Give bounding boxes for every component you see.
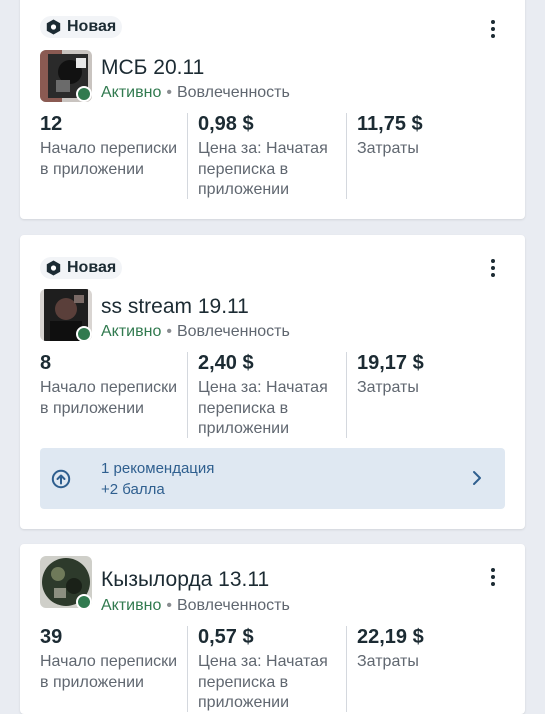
campaign-name[interactable]: Кызылорда 13.11: [101, 568, 269, 592]
campaign-status: Активно • Вовлеченность: [101, 323, 290, 341]
chevron-right-icon: [473, 471, 481, 485]
metric-spend: 11,75 $ Затраты: [357, 113, 497, 201]
status-separator: •: [166, 597, 172, 614]
status-separator: •: [166, 84, 172, 101]
campaign-card[interactable]: Кызылорда 13.11 Активно • Вовлеченность 39…: [20, 544, 525, 714]
status-separator: •: [166, 323, 172, 340]
new-badge: Новая: [40, 16, 123, 38]
metric-value: 0,57 $: [198, 626, 254, 648]
metric-results: 8 Начало переписки в приложении: [40, 352, 188, 440]
more-options-icon[interactable]: [483, 18, 503, 40]
campaign-name[interactable]: МСБ 20.11: [101, 56, 204, 80]
badge-label: Новая: [67, 259, 117, 276]
status-active: Активно: [101, 84, 162, 101]
more-options-icon[interactable]: [483, 257, 503, 279]
status-dot: [76, 326, 92, 342]
divider: [346, 352, 347, 438]
divider: [187, 626, 188, 712]
metric-label: Цена за: Начатая переписка в приложении: [198, 653, 328, 711]
campaign-name[interactable]: ss stream 19.11: [101, 295, 249, 319]
metric-results: 39 Начало переписки в приложении: [40, 626, 188, 714]
metric-results: 12 Начало переписки в приложении: [40, 113, 188, 201]
metric-spend: 22,19 $ Затраты: [357, 626, 497, 714]
divider: [187, 352, 188, 438]
metrics-row: 8 Начало переписки в приложении 2,40 $ Ц…: [20, 352, 525, 440]
recommendation-banner[interactable]: 1 рекомендация +2 балла: [40, 448, 505, 509]
metrics-row: 12 Начало переписки в приложении 0,98 $ …: [20, 113, 525, 201]
campaign-objective: Вовлеченность: [176, 84, 290, 101]
metric-label: Начало переписки в приложении: [40, 379, 178, 417]
upgrade-arrow-icon: [51, 469, 71, 489]
metric-cost-per-result: 0,57 $ Цена за: Начатая переписка в прил…: [198, 626, 346, 714]
metric-cost-per-result: 0,98 $ Цена за: Начатая переписка в прил…: [198, 113, 346, 201]
status-active: Активно: [101, 323, 162, 340]
metric-value: 12: [40, 113, 63, 135]
status-active: Активно: [101, 597, 162, 614]
metric-spend: 19,17 $ Затраты: [357, 352, 497, 440]
metric-value: 0,98 $: [198, 113, 254, 135]
metric-label: Начало переписки в приложении: [40, 140, 178, 178]
metric-value: 8: [40, 352, 52, 374]
divider: [187, 113, 188, 199]
metric-label: Цена за: Начатая переписка в приложении: [198, 379, 328, 437]
campaign-card[interactable]: Новая МСБ 20.11 Активно • Вовлеченность 12…: [20, 0, 525, 219]
status-dot: [76, 86, 92, 102]
campaign-objective: Вовлеченность: [176, 597, 290, 614]
new-badge: Новая: [40, 257, 123, 279]
campaign-status: Активно • Вовлеченность: [101, 84, 290, 102]
metric-label: Затраты: [357, 653, 419, 670]
badge-label: Новая: [67, 18, 117, 35]
hexagon-icon: [46, 19, 61, 35]
metric-label: Начало переписки в приложении: [40, 653, 178, 691]
divider: [346, 113, 347, 199]
campaign-status: Активно • Вовлеченность: [101, 597, 290, 615]
more-options-icon[interactable]: [483, 566, 503, 588]
hexagon-icon: [46, 260, 61, 276]
metric-label: Затраты: [357, 379, 419, 396]
metric-label: Цена за: Начатая переписка в приложении: [198, 140, 328, 198]
divider: [346, 626, 347, 712]
metrics-row: 39 Начало переписки в приложении 0,57 $ …: [20, 626, 525, 714]
recommendation-points: +2 балла: [101, 481, 165, 498]
metric-value: 19,17 $: [357, 352, 424, 374]
metric-label: Затраты: [357, 140, 419, 157]
metric-cost-per-result: 2,40 $ Цена за: Начатая переписка в прил…: [198, 352, 346, 440]
metric-value: 11,75 $: [357, 113, 423, 135]
campaign-card[interactable]: Новая ss stream 19.11 Активно • Вовлеченно…: [20, 235, 525, 529]
campaign-objective: Вовлеченность: [176, 323, 290, 340]
status-dot: [76, 594, 92, 610]
metric-value: 22,19 $: [357, 626, 424, 648]
recommendation-count: 1 рекомендация: [101, 460, 215, 477]
metric-value: 39: [40, 626, 63, 648]
metric-value: 2,40 $: [198, 352, 254, 374]
